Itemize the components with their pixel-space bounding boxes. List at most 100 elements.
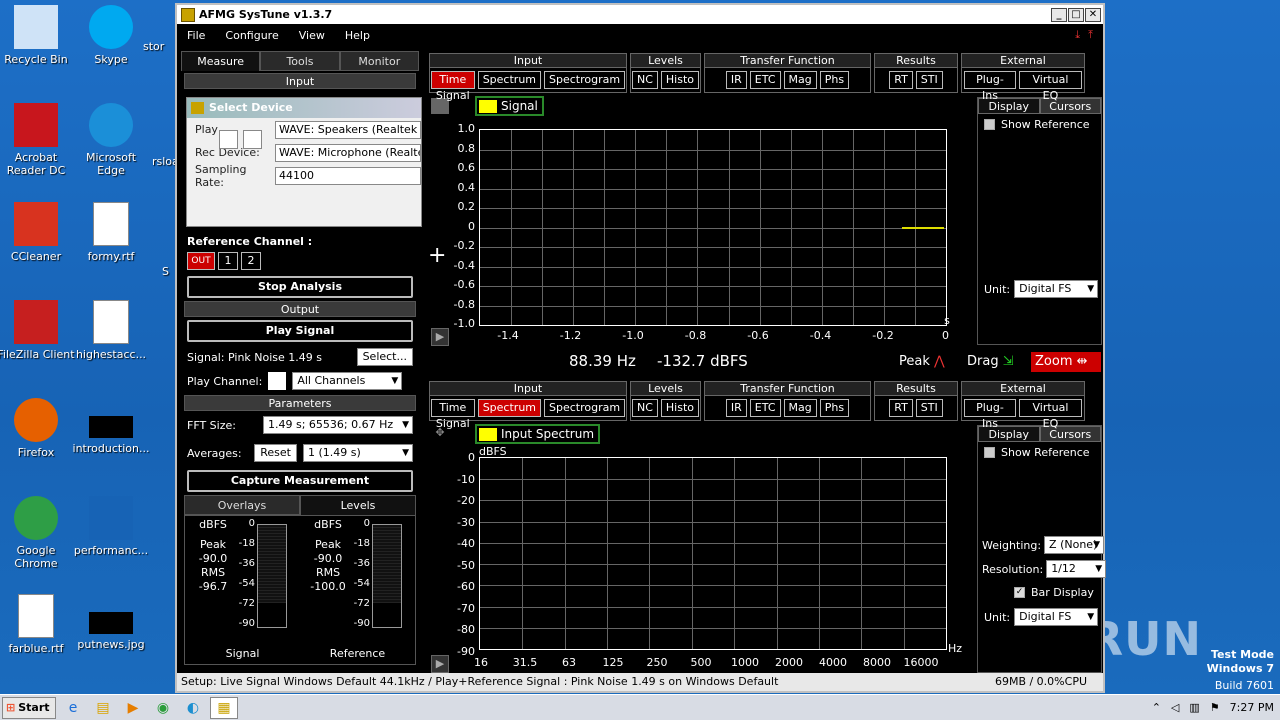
input-spectrum-legend[interactable]: Input Spectrum	[475, 424, 601, 444]
clock[interactable]: 7:27 PM	[1230, 701, 1274, 714]
flag-icon[interactable]: ⚑	[1210, 701, 1220, 714]
time-signal-plot[interactable]	[479, 129, 947, 326]
top-btn-phs[interactable]: Phs	[819, 71, 850, 89]
ref-channel-1[interactable]: 1	[218, 252, 238, 270]
bar-display-checkbox[interactable]: ✓	[1014, 587, 1025, 598]
play-signal-button[interactable]: Play Signal	[187, 320, 413, 342]
top-btn-rt[interactable]: RT	[889, 71, 913, 89]
peak-button[interactable]: Peak ⋀	[899, 354, 945, 369]
top-btn-etc[interactable]: ETC	[749, 71, 781, 89]
tab-tools[interactable]: Tools	[260, 51, 340, 71]
show-reference-checkbox[interactable]	[984, 119, 995, 130]
drag-button[interactable]: Drag ⇲	[967, 354, 1014, 369]
top-btn-time-signal[interactable]: Time Signal	[430, 71, 475, 102]
desktop-icon[interactable]: CCleaner	[0, 202, 76, 263]
tray-arrow-icon[interactable]: ⌃	[1152, 701, 1161, 714]
bottom-btn-ir[interactable]: IR	[725, 399, 747, 417]
play-icon[interactable]: ▶	[431, 328, 449, 346]
desktop-icon[interactable]: formy.rtf	[71, 202, 151, 263]
desktop-icon[interactable]: Skype	[71, 5, 151, 66]
bottom-btn-phs[interactable]: Phs	[819, 399, 850, 417]
top-btn-sti[interactable]: STI	[915, 71, 943, 89]
media-player-taskbar-icon[interactable]: ▶	[120, 697, 146, 719]
maximize-button[interactable]: □	[1068, 7, 1084, 22]
resolution-dropdown[interactable]: 1/12	[1046, 560, 1107, 578]
bottom-btn-mag[interactable]: Mag	[783, 399, 817, 417]
tab-levels[interactable]: Levels	[300, 495, 416, 515]
ie-taskbar-icon[interactable]: e	[60, 697, 86, 719]
desktop-icon[interactable]: performanc...	[71, 496, 151, 557]
bottom-btn-sti[interactable]: STI	[915, 399, 943, 417]
top-btn-spectrum[interactable]: Spectrum	[477, 71, 542, 89]
bottom-btn-plug-ins[interactable]: Plug-Ins	[964, 399, 1016, 430]
top-btn-histo[interactable]: Histo	[660, 71, 700, 89]
top-btn-nc[interactable]: NC	[631, 71, 658, 89]
network-icon[interactable]: ▥	[1189, 701, 1199, 714]
spectrum-plot[interactable]	[479, 457, 947, 650]
bottom-btn-spectrum[interactable]: Spectrum	[477, 399, 542, 417]
dialog-title[interactable]: Select Device	[187, 98, 421, 118]
select-signal-button[interactable]: Select...	[356, 348, 413, 366]
top-btn-spectrogram[interactable]: Spectrogram	[544, 71, 626, 89]
explorer-taskbar-icon[interactable]: ▤	[90, 697, 116, 719]
bottom-btn-spectrogram[interactable]: Spectrogram	[544, 399, 626, 417]
tab-monitor[interactable]: Monitor	[339, 51, 419, 71]
top-btn-mag[interactable]: Mag	[783, 71, 817, 89]
weighting-dropdown[interactable]: Z (None)	[1044, 536, 1105, 554]
minimize-button[interactable]: _	[1051, 7, 1067, 22]
menu-configure[interactable]: Configure	[215, 29, 288, 42]
play-channel-swatch[interactable]	[268, 372, 287, 390]
volume-icon[interactable]: ◁	[1171, 701, 1179, 714]
systune-taskbar-icon[interactable]: ▦	[210, 696, 238, 719]
zoom-button[interactable]: Zoom ⇹	[1031, 352, 1101, 372]
play-channel-dropdown[interactable]: All Channels	[292, 372, 403, 390]
sampling-rate-dropdown[interactable]: 44100	[275, 166, 421, 185]
grid-line	[691, 458, 693, 649]
desktop-icon[interactable]: FileZilla Client	[0, 300, 76, 361]
desktop-icon[interactable]: putnews.jpg	[71, 594, 151, 651]
menu-help[interactable]: Help	[335, 29, 380, 42]
upload-icon[interactable]: ⤒	[1088, 28, 1093, 42]
unit-dropdown[interactable]: Digital FS	[1014, 608, 1099, 626]
ref-channel-2[interactable]: 2	[241, 252, 261, 270]
desktop-icon[interactable]: farblue.rtf	[0, 594, 76, 655]
desktop-icon[interactable]: Acrobat Reader DC	[0, 103, 76, 177]
menu-file[interactable]: File	[177, 29, 215, 42]
top-btn-ir[interactable]: IR	[725, 71, 747, 89]
bottom-btn-virtual-eq[interactable]: Virtual EQ	[1018, 399, 1082, 430]
start-button[interactable]: ⊞ Start	[2, 696, 56, 719]
menu-view[interactable]: View	[289, 29, 335, 42]
desktop-icon[interactable]: Recycle Bin	[0, 5, 76, 66]
reset-averages-button[interactable]: Reset	[254, 444, 297, 462]
close-button[interactable]: ✕	[1085, 7, 1101, 22]
bottom-btn-histo[interactable]: Histo	[660, 399, 700, 417]
bottom-btn-etc[interactable]: ETC	[749, 399, 781, 417]
desktop-icon[interactable]: highestacc...	[71, 300, 151, 361]
show-reference-checkbox[interactable]	[984, 447, 995, 458]
tab-measure[interactable]: Measure	[181, 51, 261, 71]
averages-dropdown[interactable]: 1 (1.49 s)	[303, 444, 413, 462]
desktop-icon[interactable]: Firefox	[0, 398, 76, 459]
signal-legend[interactable]: Signal	[475, 96, 544, 116]
capture-measurement-button[interactable]: Capture Measurement	[187, 470, 413, 492]
bottom-btn-nc[interactable]: NC	[631, 399, 658, 417]
top-btn-plug-ins[interactable]: Plug-Ins	[964, 71, 1016, 102]
stop-analysis-button[interactable]: Stop Analysis	[187, 276, 413, 298]
play-icon[interactable]: ▶	[431, 655, 449, 673]
unit-dropdown[interactable]: Digital FS	[1014, 280, 1099, 298]
tab-overlays[interactable]: Overlays	[184, 495, 300, 515]
edge-taskbar-icon[interactable]: ◐	[180, 697, 206, 719]
ref-channel-out[interactable]: OUT	[187, 252, 215, 270]
fft-size-dropdown[interactable]: 1.49 s; 65536; 0.67 Hz	[263, 416, 413, 434]
bottom-btn-time-signal[interactable]: Time Signal	[430, 399, 475, 430]
desktop-icon[interactable]: Microsoft Edge	[71, 103, 151, 177]
play-device-dropdown[interactable]: WAVE: Speakers (Realtek AC	[275, 120, 421, 139]
desktop-icon[interactable]: introduction...	[71, 398, 151, 455]
desktop-icon[interactable]: Google Chrome	[0, 496, 76, 570]
chrome-taskbar-icon[interactable]: ◉	[150, 697, 176, 719]
title-bar[interactable]: AFMG SysTune v1.3.7 _ □ ✕	[177, 5, 1103, 24]
download-icon[interactable]: ⤓	[1075, 28, 1080, 42]
rec-device-dropdown[interactable]: WAVE: Microphone (Realtek A	[275, 143, 421, 162]
top-btn-virtual-eq[interactable]: Virtual EQ	[1018, 71, 1082, 102]
bottom-btn-rt[interactable]: RT	[889, 399, 913, 417]
